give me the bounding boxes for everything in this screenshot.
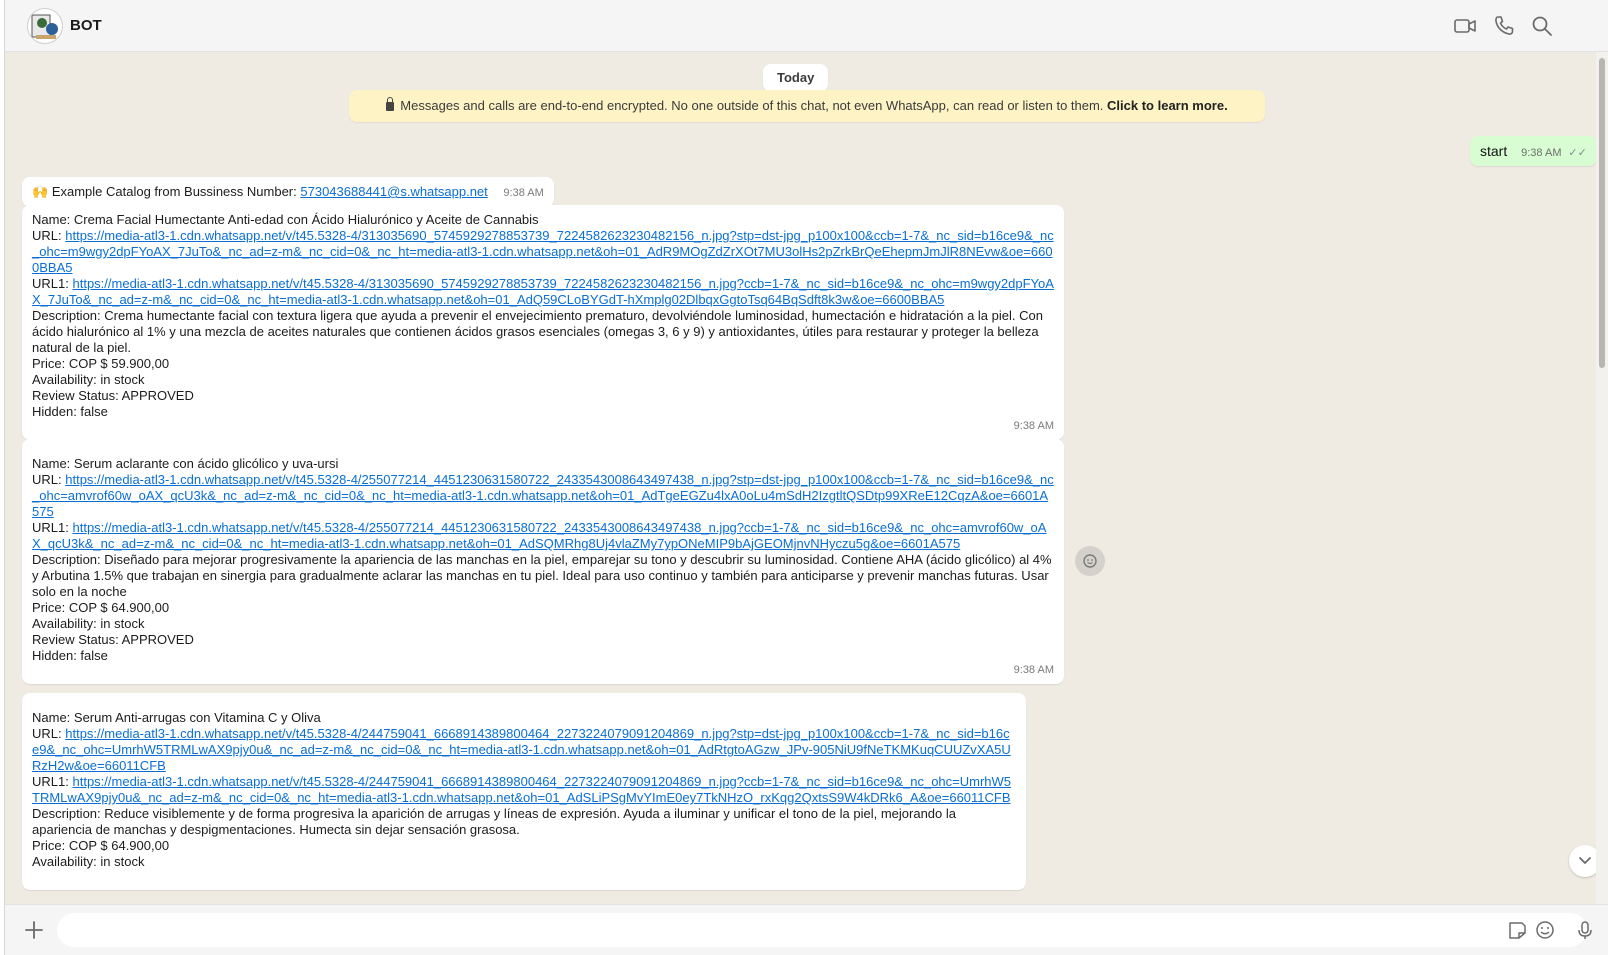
message-text: Example Catalog from Bussiness Number: [51, 184, 297, 199]
product-url-link[interactable]: https://media-atl3-1.cdn.whatsapp.net/v/… [32, 228, 1054, 275]
message-time: 9:38 AM [1013, 420, 1054, 432]
raised-hands-emoji: 🙌 [32, 184, 49, 199]
product-availability: Availability: in stock [32, 372, 145, 387]
product-name: Name: Crema Facial Humectante Anti-edad … [32, 212, 539, 227]
product-price: Price: COP $ 64.900,00 [32, 600, 170, 615]
product-url1-line: URL1: https://media-atl3-1.cdn.whatsapp.… [32, 520, 1047, 551]
composer-bar [5, 904, 1608, 955]
whatsapp-window: BOT Today Messages and calls are end-to-… [4, 0, 1608, 955]
chat-scrollbar[interactable] [1596, 52, 1608, 904]
sticker-icon[interactable] [1506, 919, 1528, 941]
product-url-link[interactable]: https://media-atl3-1.cdn.whatsapp.net/v/… [32, 726, 1011, 773]
product-message[interactable]: Name: Serum Anti-arrugas con Vitamina C … [22, 693, 1026, 890]
message-time: 9:38 AM [1521, 147, 1562, 159]
read-receipt-icon: ✓✓ [1568, 147, 1587, 159]
contact-avatar[interactable] [27, 8, 63, 44]
product-hidden: Hidden: false [32, 648, 108, 663]
lock-icon [386, 97, 395, 111]
product-description: Description: Diseñado para mejorar progr… [32, 552, 1052, 599]
product-url1-line: URL1: https://media-atl3-1.cdn.whatsapp.… [32, 774, 1012, 805]
chat-title[interactable]: BOT [70, 17, 102, 34]
message-input[interactable] [57, 913, 1587, 947]
message-time: 9:38 AM [1013, 664, 1054, 676]
message-time: 9:38 AM [503, 187, 544, 199]
product-url-line: URL: https://media-atl3-1.cdn.whatsapp.n… [32, 472, 1054, 519]
product-message[interactable]: Name: Crema Facial Humectante Anti-edad … [22, 205, 1064, 440]
product-review-status: Review Status: APPROVED [32, 388, 194, 403]
product-url1-link[interactable]: https://media-atl3-1.cdn.whatsapp.net/v/… [32, 774, 1011, 805]
outgoing-message[interactable]: start 9:38 AM ✓✓ [1470, 136, 1597, 166]
product-url-line: URL: https://media-atl3-1.cdn.whatsapp.n… [32, 726, 1011, 773]
product-review-status: Review Status: APPROVED [32, 632, 194, 647]
product-hidden: Hidden: false [32, 404, 108, 419]
product-url-line: URL: https://media-atl3-1.cdn.whatsapp.n… [32, 228, 1054, 275]
product-url1-link[interactable]: https://media-atl3-1.cdn.whatsapp.net/v/… [32, 276, 1054, 307]
scrollbar-thumb[interactable] [1599, 58, 1605, 368]
encryption-notice-text: Messages and calls are end-to-end encryp… [400, 98, 1104, 113]
business-number-link[interactable]: 573043688441@s.whatsapp.net [300, 184, 487, 199]
bot-avatar-icon [31, 14, 58, 39]
microphone-icon[interactable] [1574, 919, 1596, 941]
search-icon[interactable] [1530, 14, 1554, 38]
product-availability: Availability: in stock [32, 854, 145, 869]
message-list[interactable]: Today Messages and calls are end-to-end … [5, 52, 1597, 904]
emoji-icon[interactable] [1534, 919, 1556, 941]
scroll-to-bottom-button[interactable] [1569, 845, 1597, 877]
plus-icon[interactable] [21, 917, 47, 943]
product-name: Name: Serum aclarante con ácido glicólic… [32, 456, 339, 471]
product-url1-link[interactable]: https://media-atl3-1.cdn.whatsapp.net/v/… [32, 520, 1046, 551]
video-call-icon[interactable] [1453, 14, 1477, 38]
product-description: Description: Crema humectante facial con… [32, 308, 1043, 355]
date-separator: Today [763, 64, 829, 92]
voice-call-icon[interactable] [1492, 14, 1516, 38]
product-message[interactable]: Name: Serum aclarante con ácido glicólic… [22, 439, 1064, 684]
product-url1-line: URL1: https://media-atl3-1.cdn.whatsapp.… [32, 276, 1054, 307]
chevron-down-icon [1579, 857, 1591, 864]
react-button[interactable] [1075, 546, 1105, 576]
emoji-reaction-icon [1083, 554, 1097, 568]
product-url-link[interactable]: https://media-atl3-1.cdn.whatsapp.net/v/… [32, 472, 1054, 519]
product-price: Price: COP $ 59.900,00 [32, 356, 170, 371]
learn-more-link[interactable]: Click to learn more. [1107, 98, 1228, 113]
product-availability: Availability: in stock [32, 616, 145, 631]
product-name: Name: Serum Anti-arrugas con Vitamina C … [32, 710, 321, 725]
message-text: start [1480, 143, 1508, 159]
product-price: Price: COP $ 64.900,00 [32, 838, 170, 853]
product-description: Description: Reduce visiblemente y de fo… [32, 806, 956, 837]
incoming-message-intro[interactable]: 🙌 Example Catalog from Bussiness Number:… [22, 177, 554, 207]
chat-header: BOT [5, 0, 1608, 52]
encryption-notice[interactable]: Messages and calls are end-to-end encryp… [349, 90, 1265, 122]
